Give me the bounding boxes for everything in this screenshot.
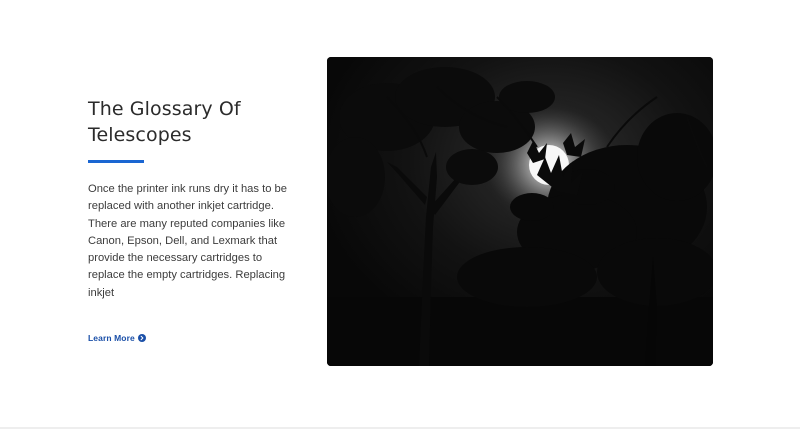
feature-title: The Glossary Of Telescopes — [88, 96, 298, 148]
feature-title-line2: Telescopes — [88, 124, 192, 146]
learn-more-link[interactable]: Learn More — [88, 333, 146, 343]
feature-description: Once the printer ink runs dry it has to … — [88, 183, 287, 299]
title-underline — [88, 160, 144, 163]
moon-trees-illustration — [327, 57, 713, 366]
feature-section: The Glossary Of Telescopes Once the prin… — [0, 0, 800, 428]
feature-text-column: The Glossary Of Telescopes Once the prin… — [88, 96, 298, 346]
feature-title-line1: The Glossary Of — [88, 98, 241, 120]
moon-trees-photo — [327, 57, 713, 366]
learn-more-label: Learn More — [88, 333, 135, 344]
arrow-circle-right-icon — [137, 334, 146, 343]
